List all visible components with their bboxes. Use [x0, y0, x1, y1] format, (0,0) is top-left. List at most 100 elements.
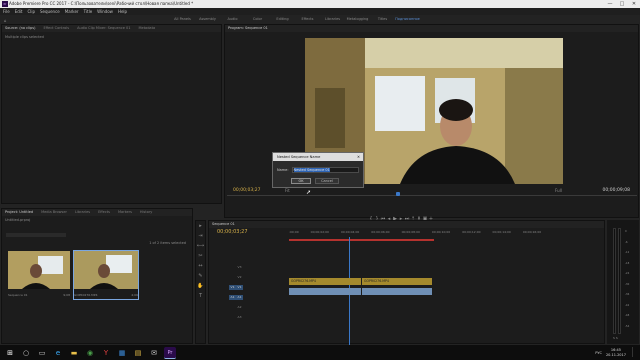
- menu-clip[interactable]: Clip: [27, 8, 35, 15]
- sequence-name-value: Nested Sequence 01: [293, 168, 330, 172]
- time-ruler[interactable]: :00;00 00;00;02;00 00;00;04;00 00;00;06;…: [289, 230, 606, 237]
- solo-buttons[interactable]: S S: [613, 336, 618, 340]
- meter-label: 0: [625, 230, 627, 233]
- menu-marker[interactable]: Marker: [65, 8, 79, 15]
- maximize-button[interactable]: □: [616, 0, 628, 8]
- program-duration: 00;00;09;08: [602, 188, 630, 193]
- ruler-label: 00;00;02;00: [310, 230, 329, 234]
- ok-button[interactable]: OK: [291, 178, 311, 184]
- video-clip[interactable]: GOPR0276.MP4: [362, 278, 432, 285]
- workspace-tab[interactable]: All Panels: [170, 15, 195, 23]
- tab-markers[interactable]: Markers: [118, 209, 132, 216]
- playhead-marker[interactable]: [396, 192, 400, 196]
- tab-sequence[interactable]: Sequence 01: [212, 221, 235, 228]
- workspace-tab[interactable]: Audio: [220, 15, 245, 23]
- hand-icon[interactable]: ✋: [196, 281, 205, 291]
- track-label[interactable]: V1: [236, 285, 243, 290]
- workspace-tab-active[interactable]: Подписанное: [395, 15, 420, 23]
- track-toggle[interactable]: [229, 303, 236, 308]
- search-icon[interactable]: ○: [20, 347, 32, 359]
- track-label[interactable]: A2: [236, 305, 243, 310]
- zoom-select[interactable]: Fit: [285, 188, 290, 193]
- tab-libraries[interactable]: Libraries: [75, 209, 90, 216]
- menu-bar: File Edit Clip Sequence Marker Title Win…: [0, 8, 640, 15]
- minimize-button[interactable]: —: [604, 0, 616, 8]
- type-icon[interactable]: T: [196, 291, 205, 301]
- item-name: GOPR0276.MP4: [74, 293, 98, 297]
- track-select-icon[interactable]: ⇥: [196, 231, 205, 241]
- edge-icon[interactable]: e: [52, 347, 64, 359]
- tab-program[interactable]: Program: Sequence 01: [228, 25, 268, 32]
- workspace-tab[interactable]: Titles: [370, 15, 395, 23]
- track-toggle[interactable]: [229, 263, 236, 268]
- source-patch-a1[interactable]: A1: [229, 295, 236, 300]
- language-indicator[interactable]: РУС: [595, 351, 602, 355]
- menu-sequence[interactable]: Sequence: [40, 8, 60, 15]
- pen-icon[interactable]: ✎: [196, 271, 205, 281]
- meter-label: -30: [625, 282, 630, 286]
- folder-icon[interactable]: ▬: [68, 347, 80, 359]
- tab-source[interactable]: Source: (no clips): [5, 25, 35, 32]
- tab-media-browser[interactable]: Media Browser: [41, 209, 67, 216]
- tab-history[interactable]: History: [140, 209, 152, 216]
- menu-window[interactable]: Window: [97, 8, 113, 15]
- quality-select[interactable]: Full: [555, 188, 562, 193]
- ruler-label: 00;00;04;00: [340, 230, 360, 234]
- tab-metadata[interactable]: Metadata: [139, 25, 156, 32]
- menu-edit[interactable]: Edit: [15, 8, 23, 15]
- tab-effect-controls[interactable]: Effect Controls: [43, 25, 69, 32]
- ruler-label: 00;00;08;00: [401, 230, 420, 234]
- video-clip[interactable]: GOPR0276.MP4: [289, 278, 361, 285]
- track-label[interactable]: V3: [236, 265, 243, 270]
- program-scrubber[interactable]: [227, 195, 637, 196]
- tab-project[interactable]: Project: Untitled: [5, 209, 33, 216]
- menu-help[interactable]: Help: [118, 8, 127, 15]
- selection-tool-icon[interactable]: ▸: [196, 221, 205, 231]
- explorer-icon[interactable]: ▤: [132, 347, 144, 359]
- source-patch-v1[interactable]: V1: [229, 285, 236, 290]
- task-view-icon[interactable]: ▭: [36, 347, 48, 359]
- clock[interactable]: 16:45 20.11.2017: [606, 348, 626, 358]
- track-label[interactable]: A1: [236, 295, 243, 300]
- workspace-tab[interactable]: Color: [245, 15, 270, 23]
- project-item-selected[interactable]: GOPR0276.MP4 4;06: [73, 250, 139, 300]
- sequence-name-field[interactable]: Nested Sequence 01: [291, 167, 359, 173]
- program-timecode: 00;00;03;27: [233, 188, 261, 193]
- workspace-tab[interactable]: Editing: [270, 15, 295, 23]
- premiere-icon[interactable]: Pr: [164, 346, 176, 359]
- ripple-edit-icon[interactable]: ⟷: [196, 241, 205, 251]
- track-label[interactable]: V2: [236, 275, 243, 280]
- source-panel: Source: (no clips) Effect Controls Audio…: [1, 24, 222, 204]
- chrome-icon[interactable]: ◉: [84, 347, 96, 359]
- dialog-close-icon[interactable]: ✕: [357, 153, 360, 161]
- menu-file[interactable]: File: [3, 8, 10, 15]
- meter-label: -24: [625, 272, 630, 275]
- audio-clip[interactable]: [289, 288, 361, 295]
- meter-scale: 0 -6 -12 -18 -24 -30 -36 -42 -48 -54: [625, 227, 629, 332]
- track-toggle[interactable]: [229, 273, 236, 278]
- workspace-tab[interactable]: Metalogging: [345, 15, 370, 23]
- workspace-tab[interactable]: Effects: [295, 15, 320, 23]
- menu-title[interactable]: Title: [84, 8, 93, 15]
- meter-label: -18: [625, 261, 630, 265]
- show-desktop-button[interactable]: [632, 347, 638, 357]
- project-search-input[interactable]: [6, 233, 66, 237]
- project-item[interactable]: Sequence 01 9;08: [8, 251, 70, 299]
- store-icon[interactable]: ▦: [116, 347, 128, 359]
- slip-icon[interactable]: ↔: [196, 261, 205, 271]
- mail-icon[interactable]: ✉: [148, 347, 160, 359]
- windows-icon[interactable]: ⊞: [4, 347, 16, 359]
- workspace-tab[interactable]: Libraries: [320, 15, 345, 23]
- cancel-button[interactable]: Cancel: [315, 178, 339, 184]
- tab-audio-clip-mixer[interactable]: Audio Clip Mixer: Sequence 01: [77, 25, 130, 32]
- window-controls: — □ ✕: [604, 0, 640, 8]
- tab-effects[interactable]: Effects: [98, 209, 110, 216]
- track-label[interactable]: A3: [236, 315, 243, 320]
- workspace-tab[interactable]: Assembly: [195, 15, 220, 23]
- track-toggle[interactable]: [229, 313, 236, 318]
- yandex-icon[interactable]: Y: [100, 347, 112, 359]
- close-button[interactable]: ✕: [628, 0, 640, 8]
- meter-label: -6: [625, 240, 628, 244]
- razor-icon[interactable]: ✂: [196, 251, 205, 261]
- audio-clip[interactable]: [362, 288, 432, 295]
